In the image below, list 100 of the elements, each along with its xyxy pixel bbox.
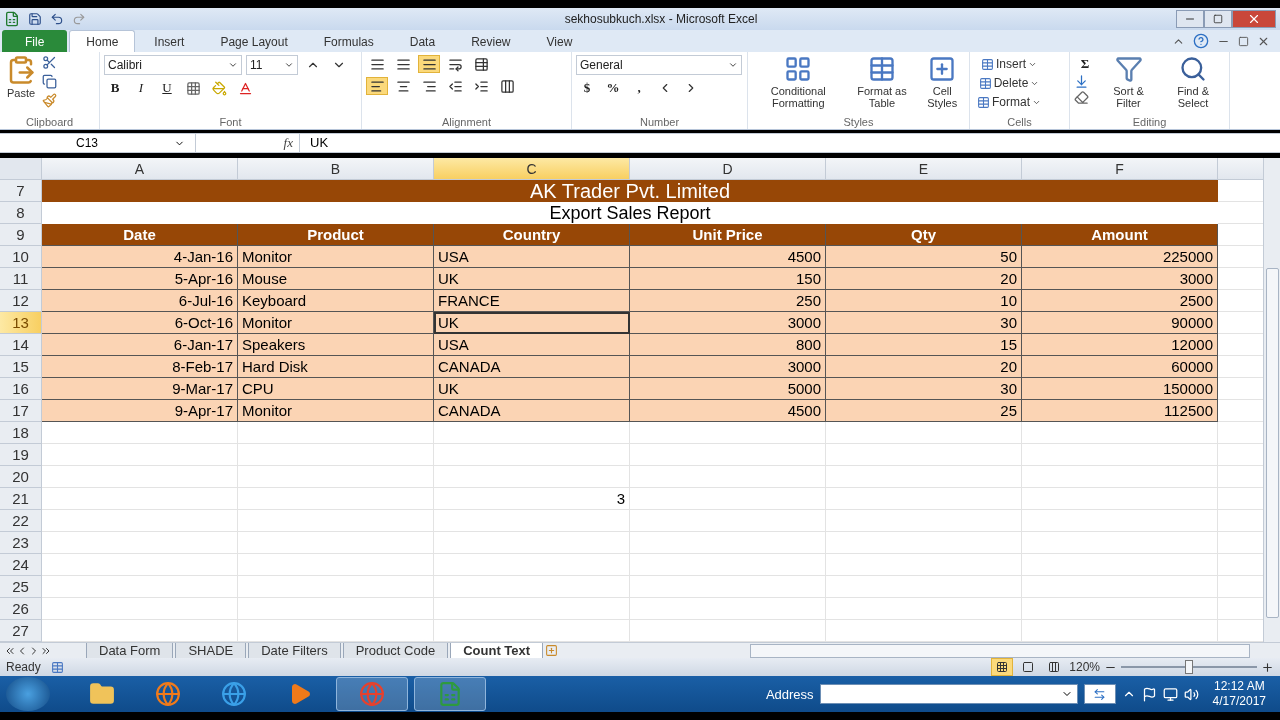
insert-function-label[interactable]: fx — [196, 134, 300, 152]
cells-button[interactable]: Insert — [974, 55, 1044, 73]
row-header[interactable]: 20 — [0, 466, 42, 488]
row-header[interactable]: 12 — [0, 290, 42, 312]
align-left-button[interactable] — [366, 77, 388, 95]
column-title: Date — [42, 224, 238, 246]
start-button[interactable] — [6, 677, 50, 711]
bottom-align-button[interactable] — [418, 55, 440, 73]
font-name-field[interactable]: Calibri — [104, 55, 242, 75]
column-header[interactable]: F — [1022, 158, 1218, 180]
row-header[interactable]: 8 — [0, 202, 42, 224]
row-header[interactable]: 15 — [0, 356, 42, 378]
cut-icon[interactable] — [42, 55, 57, 70]
percent-button[interactable]: % — [602, 79, 624, 97]
minimize-button[interactable] — [1176, 10, 1204, 28]
row-header[interactable]: 24 — [0, 554, 42, 576]
row-header[interactable]: 9 — [0, 224, 42, 246]
cells-button[interactable]: Format — [974, 93, 1044, 111]
row-header[interactable]: 14 — [0, 334, 42, 356]
number-format-field[interactable]: General — [576, 55, 742, 75]
lines-icon — [395, 56, 411, 72]
grid-icon — [996, 661, 1009, 673]
column-header[interactable]: D — [630, 158, 826, 180]
network-icon[interactable] — [1162, 686, 1178, 702]
ribbon-tab[interactable]: Formulas — [306, 30, 391, 52]
clock[interactable]: 12:12 AM 4/17/2017 — [1204, 679, 1274, 709]
row-header[interactable]: 18 — [0, 422, 42, 444]
address-field[interactable] — [819, 684, 1078, 704]
styles-button[interactable]: Cell Styles — [919, 55, 965, 109]
paste-button[interactable]: Paste — [4, 55, 38, 99]
sheet-tab[interactable]: SHADE — [175, 642, 247, 659]
vertical-scrollbar[interactable] — [1263, 158, 1280, 642]
row-header[interactable]: 22 — [0, 510, 42, 532]
fill-down-icon[interactable] — [1074, 74, 1089, 89]
ribbon-tab[interactable]: Page Layout — [203, 30, 305, 52]
globe-icon — [221, 681, 247, 707]
row-header[interactable]: 27 — [0, 620, 42, 642]
sheet-tab[interactable]: Date Filters — [248, 642, 341, 659]
bold-button[interactable]: B — [104, 79, 126, 97]
flag-icon[interactable] — [1141, 686, 1157, 702]
maximize-button[interactable] — [1204, 10, 1232, 28]
formula-field[interactable]: UK — [300, 134, 329, 152]
help-icon[interactable] — [1193, 33, 1209, 49]
normal-view-button[interactable] — [991, 658, 1014, 676]
name-box[interactable]: C13 — [0, 134, 196, 152]
ribbon-tab[interactable]: View — [529, 30, 590, 52]
table-icon — [981, 57, 994, 71]
column-title: Unit Price — [630, 224, 826, 246]
row-header[interactable]: 10 — [0, 246, 42, 268]
row-header[interactable]: 11 — [0, 268, 42, 290]
row-header[interactable]: 21 — [0, 488, 42, 510]
row-header[interactable]: 7 — [0, 180, 42, 202]
row-header[interactable]: 16 — [0, 378, 42, 400]
autosum-button[interactable]: Σ — [1074, 55, 1096, 73]
eraser-icon[interactable] — [1074, 90, 1089, 105]
currency-button[interactable]: $ — [576, 79, 598, 97]
comma-button[interactable]: , — [628, 79, 650, 97]
italic-button[interactable]: I — [130, 79, 152, 97]
table-cell: CPU — [238, 378, 434, 400]
macro-record-icon[interactable] — [50, 660, 64, 674]
table-cell: 4500 — [630, 246, 826, 268]
styles-button[interactable]: Format as Table — [848, 55, 916, 109]
go-button[interactable] — [1083, 684, 1116, 704]
underline-button[interactable]: U — [156, 79, 178, 97]
row-header[interactable]: 19 — [0, 444, 42, 466]
row-header[interactable]: 25 — [0, 576, 42, 598]
copy-icon[interactable] — [42, 74, 57, 89]
undo-icon[interactable] — [50, 12, 64, 26]
ribbon-tab[interactable]: Data — [392, 30, 453, 52]
zoom-level: 120% — [1069, 660, 1100, 674]
zoom-thumb[interactable] — [1185, 660, 1193, 674]
sheet-tab[interactable]: Data Form — [86, 642, 174, 659]
editing-button[interactable]: Sort & Filter — [1100, 55, 1158, 109]
save-icon[interactable] — [28, 12, 42, 26]
row-header[interactable]: 26 — [0, 598, 42, 620]
ribbon-tab[interactable]: Home — [69, 30, 136, 52]
column-header[interactable]: C — [434, 158, 630, 180]
paintbrush-icon[interactable] — [42, 93, 57, 108]
sheet-tab[interactable]: Count Text — [450, 642, 544, 659]
ribbon-tab[interactable]: Review — [454, 30, 528, 52]
horizontal-scrollbar[interactable] — [750, 643, 1250, 658]
zoom-in-icon[interactable] — [1261, 660, 1274, 674]
row-header[interactable]: 17 — [0, 400, 42, 422]
volume-icon[interactable] — [1183, 686, 1199, 702]
row-header[interactable]: 13 — [0, 312, 42, 334]
editing-button[interactable]: Find & Select — [1161, 55, 1225, 109]
ribbon-tab[interactable]: Insert — [137, 30, 202, 52]
column-header[interactable]: E — [826, 158, 1022, 180]
restore-icon[interactable] — [1238, 35, 1249, 47]
scrollbar-thumb[interactable] — [1265, 268, 1279, 618]
table-cell: CANADA — [434, 400, 630, 422]
sheet-tab[interactable]: Product Code — [342, 642, 449, 659]
row-header[interactable]: 23 — [0, 532, 42, 554]
styles-button[interactable]: Conditional Formatting — [752, 55, 845, 109]
table-cell: 6-Jul-16 — [42, 290, 238, 312]
file-tab[interactable]: File — [2, 30, 68, 52]
column-header[interactable]: A — [42, 158, 238, 180]
cells-button[interactable]: Delete — [974, 74, 1044, 92]
column-header[interactable]: B — [238, 158, 434, 180]
font-size-field[interactable]: 11 — [246, 55, 298, 75]
